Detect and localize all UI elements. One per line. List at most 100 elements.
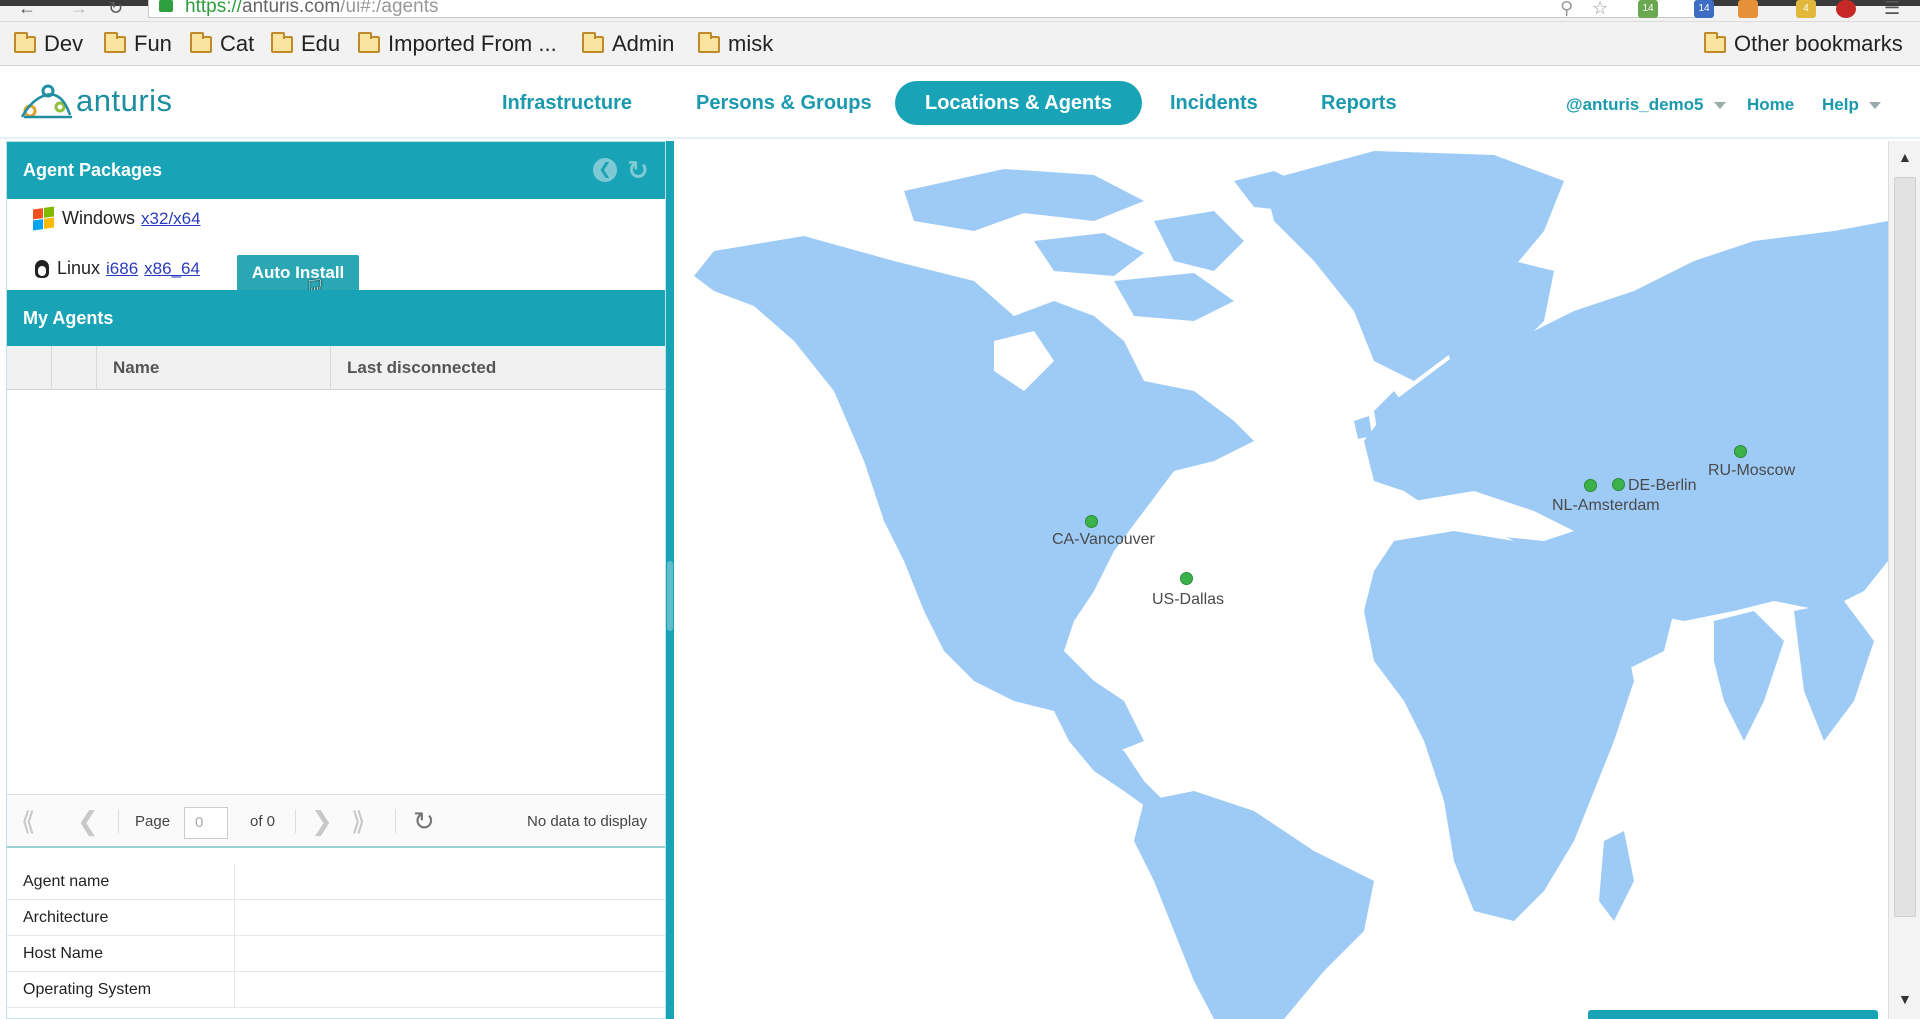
star-icon[interactable]: ☆ bbox=[1592, 0, 1608, 19]
location-label[interactable]: US-Dallas bbox=[1152, 591, 1224, 609]
location-label[interactable]: CA-Vancouver bbox=[1052, 531, 1155, 549]
bookmark-folder[interactable]: misk bbox=[698, 31, 773, 57]
folder-icon bbox=[14, 31, 36, 53]
location-marker[interactable] bbox=[1612, 478, 1625, 491]
separator bbox=[395, 809, 396, 833]
folder-icon bbox=[698, 31, 720, 53]
page-input[interactable]: 0 bbox=[184, 807, 228, 839]
scroll-down-icon[interactable]: ▼ bbox=[1898, 991, 1912, 1007]
chevron-down-icon bbox=[1713, 102, 1726, 110]
app-header: anturis Infrastructure Persons & Groups … bbox=[0, 67, 1920, 139]
browser-toolbar: ← → ↻ https://anturis.com/ui#:/agents ⚲ … bbox=[0, 0, 1920, 22]
bookmark-folder[interactable]: Fun bbox=[104, 31, 172, 57]
bottom-toolbar-edge bbox=[1588, 1010, 1878, 1019]
bookmark-folder[interactable]: Dev bbox=[14, 31, 83, 57]
chevron-down-icon bbox=[1868, 102, 1881, 110]
extension-icon[interactable] bbox=[1738, 0, 1758, 18]
location-label[interactable]: RU-Moscow bbox=[1708, 462, 1795, 480]
address-bar[interactable]: https://anturis.com/ui#:/agents bbox=[148, 0, 1708, 18]
menu-icon[interactable]: ☰ bbox=[1884, 0, 1900, 19]
windows-label: Windows bbox=[62, 208, 136, 228]
agent-properties: Agent name Architecture Host Name Operat… bbox=[7, 864, 665, 1008]
separator bbox=[295, 809, 296, 833]
my-agents-header: My Agents bbox=[7, 290, 665, 347]
property-architecture: Architecture bbox=[7, 900, 665, 936]
scroll-up-icon[interactable]: ▲ bbox=[1898, 149, 1912, 165]
map-scrollbar[interactable]: ▲ ▼ bbox=[1888, 141, 1920, 1019]
splitter-grip[interactable] bbox=[667, 561, 673, 631]
windows-icon bbox=[33, 206, 54, 231]
bookmark-folder[interactable]: Imported From ... bbox=[358, 31, 557, 57]
logo[interactable]: anturis bbox=[18, 81, 173, 121]
collapse-icon[interactable]: ❮ bbox=[593, 158, 617, 182]
bookmark-folder[interactable]: Other bookmarks bbox=[1704, 31, 1903, 57]
nav-reports[interactable]: Reports bbox=[1321, 81, 1397, 125]
first-page-icon[interactable]: ⟪ bbox=[21, 805, 35, 837]
location-marker[interactable] bbox=[1584, 479, 1597, 492]
windows-download-link[interactable]: x32/x64 bbox=[141, 209, 201, 229]
location-marker[interactable] bbox=[1180, 572, 1193, 585]
next-page-icon[interactable]: ❯ bbox=[311, 805, 333, 837]
auto-install-button[interactable]: Auto Install bbox=[237, 255, 359, 291]
reload-icon[interactable]: ↻ bbox=[108, 0, 123, 19]
forward-icon[interactable]: → bbox=[70, 0, 88, 19]
bookmark-folder[interactable]: Admin bbox=[582, 31, 674, 57]
url-path: /ui#:/agents bbox=[340, 0, 439, 17]
pagination-bar: ⟪ ❮ Page 0 of 0 ❯ ⟫ ↻ No data to display bbox=[7, 794, 665, 848]
separator bbox=[118, 809, 119, 833]
windows-package: Windows x32/x64 bbox=[33, 206, 201, 231]
extension-icon[interactable] bbox=[1836, 0, 1856, 18]
map-land bbox=[694, 151, 1888, 1019]
refresh-icon[interactable]: ↻ bbox=[627, 142, 649, 199]
nav-incidents[interactable]: Incidents bbox=[1170, 81, 1258, 125]
bookmarks-bar: Dev Fun Cat Edu Imported From ... Admin … bbox=[0, 22, 1920, 66]
prev-page-icon[interactable]: ❮ bbox=[77, 805, 99, 837]
bookmark-folder[interactable]: Cat bbox=[190, 31, 254, 57]
last-page-icon[interactable]: ⟫ bbox=[351, 805, 365, 837]
select-column[interactable] bbox=[7, 346, 52, 390]
extension-icon[interactable]: 14 bbox=[1638, 0, 1658, 18]
linux-i686-link[interactable]: i686 bbox=[106, 259, 138, 279]
nav-locations-agents[interactable]: Locations & Agents bbox=[895, 81, 1143, 125]
property-agent-name: Agent name bbox=[7, 864, 665, 900]
location-label[interactable]: DE-Berlin bbox=[1628, 477, 1696, 495]
extension-icon[interactable]: 14 bbox=[1694, 0, 1714, 18]
back-icon[interactable]: ← bbox=[18, 0, 36, 19]
agents-grid-header: Name Last disconnected bbox=[7, 346, 665, 390]
search-icon[interactable]: ⚲ bbox=[1560, 0, 1573, 19]
bookmark-folder[interactable]: Edu bbox=[271, 31, 340, 57]
lock-icon bbox=[159, 0, 173, 12]
panel-splitter[interactable] bbox=[666, 141, 674, 1019]
linux-label: Linux bbox=[57, 258, 101, 278]
folder-icon bbox=[1704, 31, 1726, 53]
folder-icon bbox=[190, 31, 212, 53]
property-operating-system: Operating System bbox=[7, 972, 665, 1008]
last-disconnected-column[interactable]: Last disconnected bbox=[331, 346, 665, 390]
nav-infrastructure[interactable]: Infrastructure bbox=[502, 81, 632, 125]
help-menu[interactable]: Help bbox=[1822, 95, 1881, 115]
user-name: @anturis_demo5 bbox=[1566, 95, 1704, 114]
extension-icon[interactable]: 4 bbox=[1796, 0, 1816, 18]
linux-icon bbox=[35, 259, 49, 278]
nav-persons-groups[interactable]: Persons & Groups bbox=[696, 81, 872, 125]
pager-status: No data to display bbox=[527, 813, 648, 830]
name-column[interactable]: Name bbox=[97, 346, 331, 390]
logo-text: anturis bbox=[76, 83, 173, 118]
home-link[interactable]: Home bbox=[1747, 95, 1794, 115]
world-map[interactable]: CA-Vancouver US-Dallas NL-Amsterdam DE-B… bbox=[674, 141, 1888, 1019]
location-marker[interactable] bbox=[1734, 445, 1747, 458]
location-label[interactable]: NL-Amsterdam bbox=[1552, 497, 1660, 515]
linux-x86_64-link[interactable]: x86_64 bbox=[144, 259, 200, 279]
folder-icon bbox=[271, 31, 293, 53]
panel-title: Agent Packages bbox=[23, 160, 163, 180]
left-panel: Agent Packages ❮ ↻ Windows x32/x64 Linux… bbox=[6, 141, 666, 1019]
page-label: Page bbox=[135, 813, 171, 830]
folder-icon bbox=[104, 31, 126, 53]
location-marker[interactable] bbox=[1085, 515, 1098, 528]
scroll-thumb[interactable] bbox=[1894, 177, 1916, 917]
url-scheme: https:// bbox=[185, 0, 243, 17]
help-label: Help bbox=[1822, 95, 1859, 114]
refresh-icon[interactable]: ↻ bbox=[413, 805, 435, 837]
status-column[interactable] bbox=[52, 346, 97, 390]
user-menu[interactable]: @anturis_demo5 bbox=[1566, 95, 1726, 115]
